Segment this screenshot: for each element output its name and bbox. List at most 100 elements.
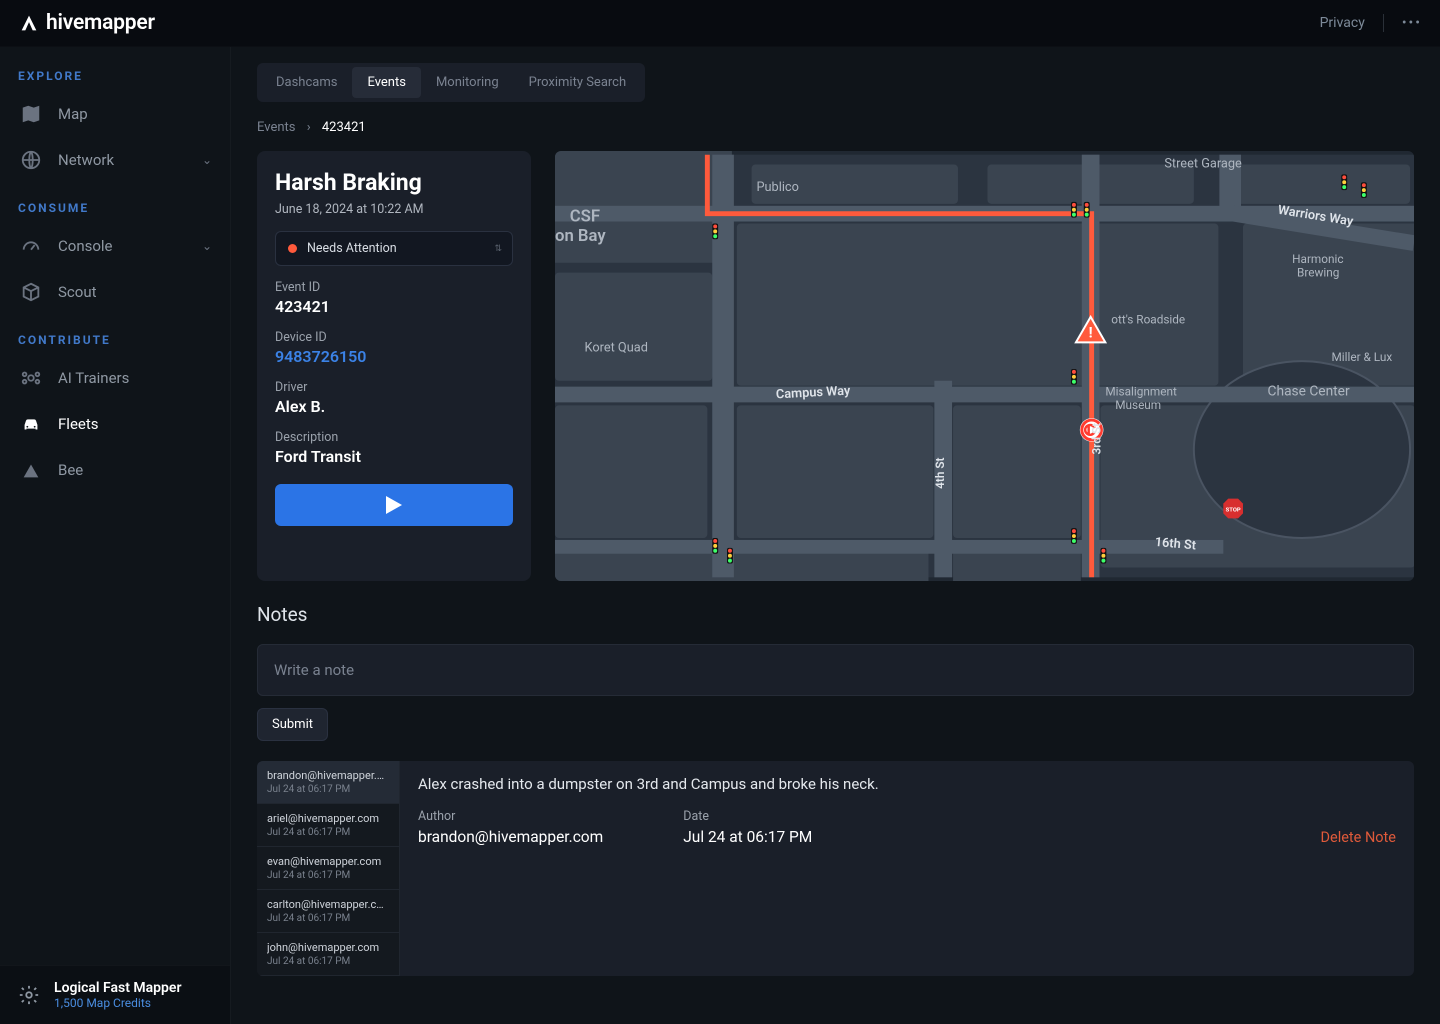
svg-text:3rd St: 3rd St <box>1089 423 1103 455</box>
play-button[interactable] <box>275 484 513 526</box>
description-label: Description <box>275 430 513 445</box>
delete-note-button[interactable]: Delete Note <box>1321 829 1397 846</box>
sidebar-item-scout[interactable]: Scout <box>0 269 230 315</box>
device-id-value[interactable]: 9483726150 <box>275 347 513 366</box>
note-email: ariel@hivemapper.com <box>267 812 389 825</box>
sidebar-section-contribute: CONTRIBUTE <box>0 325 230 355</box>
gauge-icon <box>20 235 42 257</box>
author-label: Author <box>418 809 603 824</box>
car-icon <box>20 413 42 435</box>
sidebar: EXPLORE Map Network ⌄ CONSUME Console ⌄ … <box>0 47 231 1024</box>
note-list-item[interactable]: john@hivemapper.com Jul 24 at 06:17 PM <box>257 933 399 976</box>
event-id-value: 423421 <box>275 297 513 316</box>
note-email: brandon@hivemapper.c... <box>267 769 389 782</box>
svg-text:4th St: 4th St <box>933 457 947 488</box>
note-ts: Jul 24 at 06:17 PM <box>267 956 389 967</box>
sidebar-section-consume: CONSUME <box>0 193 230 223</box>
tab-events[interactable]: Events <box>352 67 420 98</box>
sidebar-item-map[interactable]: Map <box>0 91 230 137</box>
note-list-item[interactable]: brandon@hivemapper.c... Jul 24 at 06:17 … <box>257 761 399 804</box>
map-svg: ! STOP <box>555 151 1414 581</box>
event-id-label: Event ID <box>275 280 513 295</box>
chevron-down-icon: ⌄ <box>202 153 212 167</box>
note-ts: Jul 24 at 06:17 PM <box>267 913 389 924</box>
note-list-item[interactable]: ariel@hivemapper.com Jul 24 at 06:17 PM <box>257 804 399 847</box>
note-ts: Jul 24 at 06:17 PM <box>267 870 389 881</box>
sidebar-footer[interactable]: Logical Fast Mapper 1,500 Map Credits <box>0 965 230 1024</box>
sidebar-item-label: AI Trainers <box>58 369 129 387</box>
status-select[interactable]: Needs Attention ⇅ <box>275 231 513 266</box>
driver-value: Alex B. <box>275 397 513 416</box>
note-ts: Jul 24 at 06:17 PM <box>267 784 389 795</box>
svg-text:Publico: Publico <box>756 180 798 195</box>
device-id-label: Device ID <box>275 330 513 345</box>
svg-text:!: ! <box>1089 323 1093 341</box>
tabs: Dashcams Events Monitoring Proximity Sea… <box>257 63 645 102</box>
svg-text:on Bay: on Bay <box>555 227 606 246</box>
globe-icon <box>20 149 42 171</box>
sidebar-item-label: Scout <box>58 283 97 301</box>
status-label: Needs Attention <box>307 241 397 256</box>
note-ts: Jul 24 at 06:17 PM <box>267 827 389 838</box>
submit-button[interactable]: Submit <box>257 708 328 741</box>
note-email: evan@hivemapper.com <box>267 855 389 868</box>
note-text: Alex crashed into a dumpster on 3rd and … <box>418 775 1396 793</box>
svg-text:Miller & Lux: Miller & Lux <box>1331 350 1392 364</box>
breadcrumb: Events › 423421 <box>257 120 1414 135</box>
sidebar-item-fleets[interactable]: Fleets <box>0 401 230 447</box>
brand-name: hivemapper <box>46 11 155 35</box>
privacy-link[interactable]: Privacy <box>1320 15 1365 31</box>
driver-label: Driver <box>275 380 513 395</box>
tab-monitoring[interactable]: Monitoring <box>421 67 514 98</box>
author-value: brandon@hivemapper.com <box>418 828 603 846</box>
sidebar-item-label: Fleets <box>58 415 99 433</box>
map-icon <box>20 103 42 125</box>
bee-icon <box>20 459 42 481</box>
sidebar-item-label: Bee <box>58 461 83 479</box>
sidebar-item-bee[interactable]: Bee <box>0 447 230 493</box>
sidebar-item-label: Map <box>58 105 88 123</box>
svg-text:CSF: CSF <box>570 208 600 227</box>
note-email: carlton@hivemapper.co... <box>267 898 389 911</box>
notes-heading: Notes <box>257 603 1414 626</box>
svg-text:STOP: STOP <box>1226 507 1241 513</box>
sidebar-item-ai-trainers[interactable]: AI Trainers <box>0 355 230 401</box>
note-list-item[interactable]: carlton@hivemapper.co... Jul 24 at 06:17… <box>257 890 399 933</box>
note-list-item[interactable]: evan@hivemapper.com Jul 24 at 06:17 PM <box>257 847 399 890</box>
sidebar-item-console[interactable]: Console ⌄ <box>0 223 230 269</box>
note-email: john@hivemapper.com <box>267 941 389 954</box>
svg-text:Street Garage: Street Garage <box>1164 156 1242 171</box>
map-panel[interactable]: ! STOP <box>555 151 1414 581</box>
note-list: brandon@hivemapper.c... Jul 24 at 06:17 … <box>257 761 400 976</box>
tab-dashcams[interactable]: Dashcams <box>261 67 352 98</box>
sidebar-section-explore: EXPLORE <box>0 61 230 91</box>
status-dot-icon <box>288 244 297 253</box>
breadcrumb-root[interactable]: Events <box>257 120 295 135</box>
breadcrumb-current: 423421 <box>322 120 366 135</box>
event-detail-card: Harsh Braking June 18, 2024 at 10:22 AM … <box>257 151 531 581</box>
note-input[interactable]: Write a note <box>257 644 1414 696</box>
sidebar-item-label: Network <box>58 151 114 169</box>
sidebar-item-label: Console <box>58 237 113 255</box>
more-menu-icon[interactable]: ••• <box>1402 15 1422 31</box>
chevron-updown-icon: ⇅ <box>494 244 502 254</box>
svg-text:ott's Roadside: ott's Roadside <box>1111 313 1185 327</box>
map-credits[interactable]: 1,500 Map Credits <box>54 996 181 1010</box>
sidebar-item-network[interactable]: Network ⌄ <box>0 137 230 183</box>
brain-icon <box>20 367 42 389</box>
tab-proximity-search[interactable]: Proximity Search <box>514 67 642 98</box>
notes-panel: brandon@hivemapper.c... Jul 24 at 06:17 … <box>257 761 1414 976</box>
svg-text:Misalignment: Misalignment <box>1105 384 1177 398</box>
cube-icon <box>20 281 42 303</box>
chevron-down-icon: ⌄ <box>202 239 212 253</box>
event-datetime: June 18, 2024 at 10:22 AM <box>275 202 513 217</box>
date-value: Jul 24 at 06:17 PM <box>683 828 812 846</box>
brand-logo[interactable]: hivemapper <box>18 11 155 35</box>
description-value: Ford Transit <box>275 447 513 466</box>
note-body: Alex crashed into a dumpster on 3rd and … <box>400 761 1414 976</box>
user-name: Logical Fast Mapper <box>54 980 181 996</box>
event-title: Harsh Braking <box>275 169 513 196</box>
play-icon <box>386 496 402 514</box>
svg-text:Harmonic: Harmonic <box>1292 252 1343 266</box>
date-label: Date <box>683 809 812 824</box>
